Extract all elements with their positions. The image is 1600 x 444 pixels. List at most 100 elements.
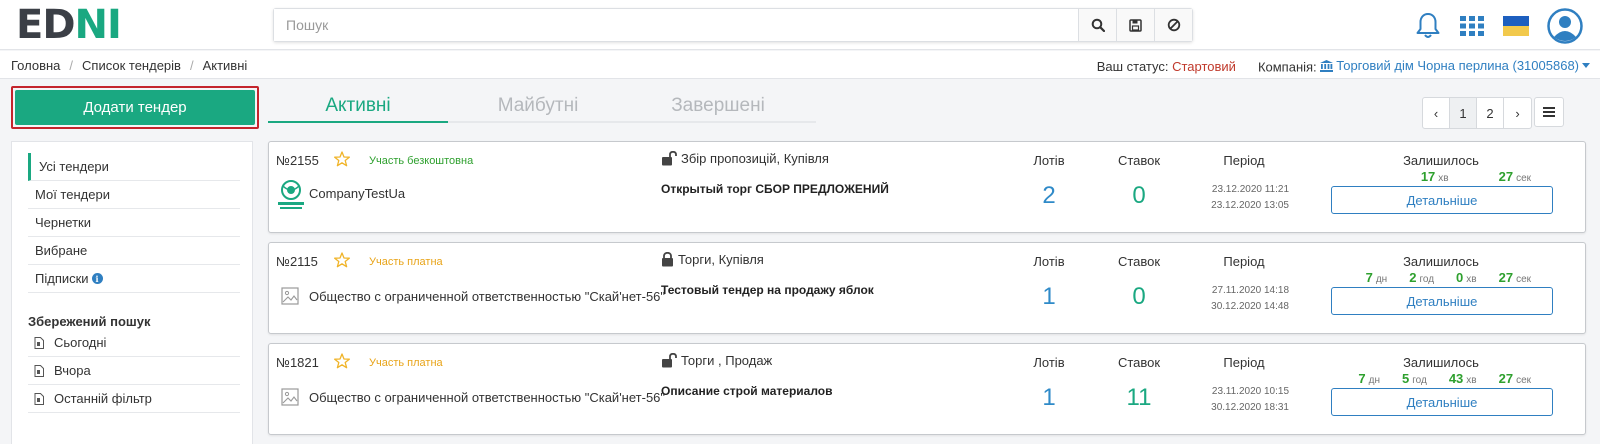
search-icon: [1091, 18, 1105, 32]
details-button[interactable]: Детальніше: [1331, 287, 1553, 315]
lots-count: 1: [1042, 283, 1056, 310]
saved-search-title: Збережений пошук: [28, 314, 151, 329]
organization-name[interactable]: Общество с ограниченной ответственностью…: [309, 390, 665, 405]
language-button[interactable]: [1500, 10, 1532, 42]
pagination-next[interactable]: ›: [1504, 98, 1531, 128]
organization-name[interactable]: CompanyTestUa: [309, 186, 405, 201]
company-logo: [278, 180, 304, 209]
save-search-button[interactable]: [1116, 9, 1154, 41]
breadcrumb-tender-list[interactable]: Список тендерів: [82, 58, 181, 73]
sidebar-item-label: Мої тендери: [35, 187, 110, 202]
status-value: Стартовий: [1172, 58, 1236, 74]
remaining-seconds: 27 сек: [1498, 270, 1531, 285]
star-icon[interactable]: [334, 252, 350, 268]
tender-type: Торги , Продаж: [661, 353, 772, 368]
tab-upcoming[interactable]: Майбутні: [448, 95, 628, 121]
remaining-label: Залишилось: [1403, 153, 1479, 168]
list-icon: [1543, 107, 1555, 117]
saved-search-yesterday[interactable]: Вчора: [28, 357, 240, 385]
tender-title[interactable]: Описание строй материалов: [661, 384, 833, 398]
saved-search-last-filter[interactable]: Останній фільтр: [28, 385, 240, 413]
tender-card: №2155 Участь безкоштовна CompanyTestUa З…: [268, 141, 1586, 233]
logo-text-ed: ED: [16, 2, 76, 48]
pagination-page-1[interactable]: 1: [1450, 98, 1477, 128]
tender-number[interactable]: №2155: [276, 153, 319, 168]
tender-card: №2115 Участь платна Общество с ограничен…: [268, 242, 1586, 334]
details-button[interactable]: Детальніше: [1331, 388, 1553, 416]
bank-icon: [1320, 59, 1334, 72]
remaining-minutes: 17 хв: [1420, 169, 1449, 184]
tender-number[interactable]: №1821: [276, 355, 319, 370]
bids-label: Ставок: [1117, 254, 1161, 269]
company-label: Компанія:: [1257, 59, 1317, 75]
organization-name[interactable]: Общество с ограниченной ответственностью…: [309, 289, 665, 304]
tab-active[interactable]: Активні: [268, 95, 448, 123]
tender-title[interactable]: Тестовый тендер на продажу яблок: [661, 283, 874, 297]
view-toggle-button[interactable]: [1534, 97, 1564, 127]
info-icon[interactable]: i: [91, 273, 103, 284]
flag-ua-icon: [1503, 16, 1529, 36]
star-icon[interactable]: [334, 151, 350, 167]
document-icon: [34, 364, 44, 377]
time-remaining: 7 дн 2 год 0 хв 27 сек: [1329, 270, 1551, 285]
tender-title[interactable]: Открытый торг СБОР ПРЕДЛОЖЕНИЙ: [661, 182, 889, 196]
breadcrumb-home[interactable]: Головна: [11, 58, 60, 73]
remaining-minutes: 0 хв: [1456, 270, 1477, 285]
tender-number[interactable]: №2115: [276, 254, 318, 269]
sidebar-item-all-tenders[interactable]: Усі тендери: [28, 153, 240, 181]
breadcrumb-separator: /: [69, 58, 74, 73]
sidebar-item-subscriptions[interactable]: Підписки i: [28, 265, 240, 293]
company-value: Торговий дім Чорна перлина (31005868): [1336, 58, 1579, 73]
sidebar-item-favorites[interactable]: Вибране: [28, 237, 240, 265]
period-label: Період: [1223, 153, 1265, 168]
tender-period: 23.11.2020 10:15 30.12.2020 18:31: [1199, 384, 1289, 416]
saved-search-label: Сьогодні: [54, 335, 107, 350]
image-placeholder-icon: [281, 388, 299, 406]
unlock-icon: [662, 353, 677, 368]
pagination-page-2[interactable]: 2: [1477, 98, 1504, 128]
remaining-label: Залишилось: [1403, 254, 1479, 269]
user-status: Ваш статус: Стартовий: [1097, 59, 1236, 74]
saved-search-label: Останній фільтр: [54, 391, 152, 406]
star-icon[interactable]: [334, 353, 350, 369]
apps-grid-icon: [1460, 16, 1484, 36]
saved-search-today[interactable]: Сьогодні: [28, 329, 240, 357]
user-menu-button[interactable]: [1546, 7, 1584, 45]
search-input[interactable]: [274, 9, 1078, 41]
period-end: 30.12.2020 14:48: [1211, 301, 1289, 312]
save-icon: [1129, 18, 1142, 32]
bids-label: Ставок: [1117, 355, 1161, 370]
sidebar: Усі тендери Мої тендери Чернетки Вибране…: [11, 141, 253, 444]
notifications-button[interactable]: [1412, 10, 1444, 42]
apps-menu-button[interactable]: [1456, 10, 1488, 42]
period-start: 23.12.2020 11:21: [1211, 184, 1289, 195]
tender-card: №1821 Участь платна Общество с ограничен…: [268, 343, 1586, 435]
sidebar-nav: Усі тендери Мої тендери Чернетки Вибране…: [28, 153, 240, 293]
lots-count: 2: [1042, 182, 1056, 209]
top-header: ED N I: [0, 0, 1600, 50]
details-button[interactable]: Детальніше: [1331, 186, 1553, 214]
edin-logo[interactable]: ED N I: [16, 2, 122, 48]
time-remaining: 7 дн 5 год 43 хв 27 сек: [1329, 371, 1551, 386]
remaining-label: Залишилось: [1403, 355, 1479, 370]
participation-badge: Участь платна: [369, 256, 443, 268]
image-placeholder-icon: [281, 287, 299, 305]
remaining-days: 7 дн: [1365, 270, 1388, 285]
tender-type: Торги, Купівля: [661, 252, 764, 267]
add-tender-button[interactable]: Додати тендер: [15, 90, 255, 125]
saved-search-list: Сьогодні Вчора Останній фільтр: [28, 329, 240, 413]
sidebar-item-my-tenders[interactable]: Мої тендери: [28, 181, 240, 209]
sidebar-item-drafts[interactable]: Чернетки: [28, 209, 240, 237]
search-bar: [273, 8, 1193, 42]
company-selector[interactable]: Торговий дім Чорна перлина (31005868): [1320, 58, 1590, 73]
sidebar-item-label: Вибране: [35, 243, 88, 258]
sidebar-item-label: Чернетки: [35, 215, 92, 230]
search-button[interactable]: [1078, 9, 1116, 41]
pagination-prev[interactable]: ‹: [1423, 98, 1450, 128]
period-label: Період: [1223, 355, 1265, 370]
clear-search-button[interactable]: [1154, 9, 1192, 41]
tab-completed[interactable]: Завершені: [628, 95, 808, 121]
breadcrumb-bar: Головна / Список тендерів / Активні Ваш …: [0, 51, 1600, 79]
tender-type-label: Торги, Купівля: [678, 252, 764, 267]
lots-count: 1: [1042, 384, 1056, 411]
